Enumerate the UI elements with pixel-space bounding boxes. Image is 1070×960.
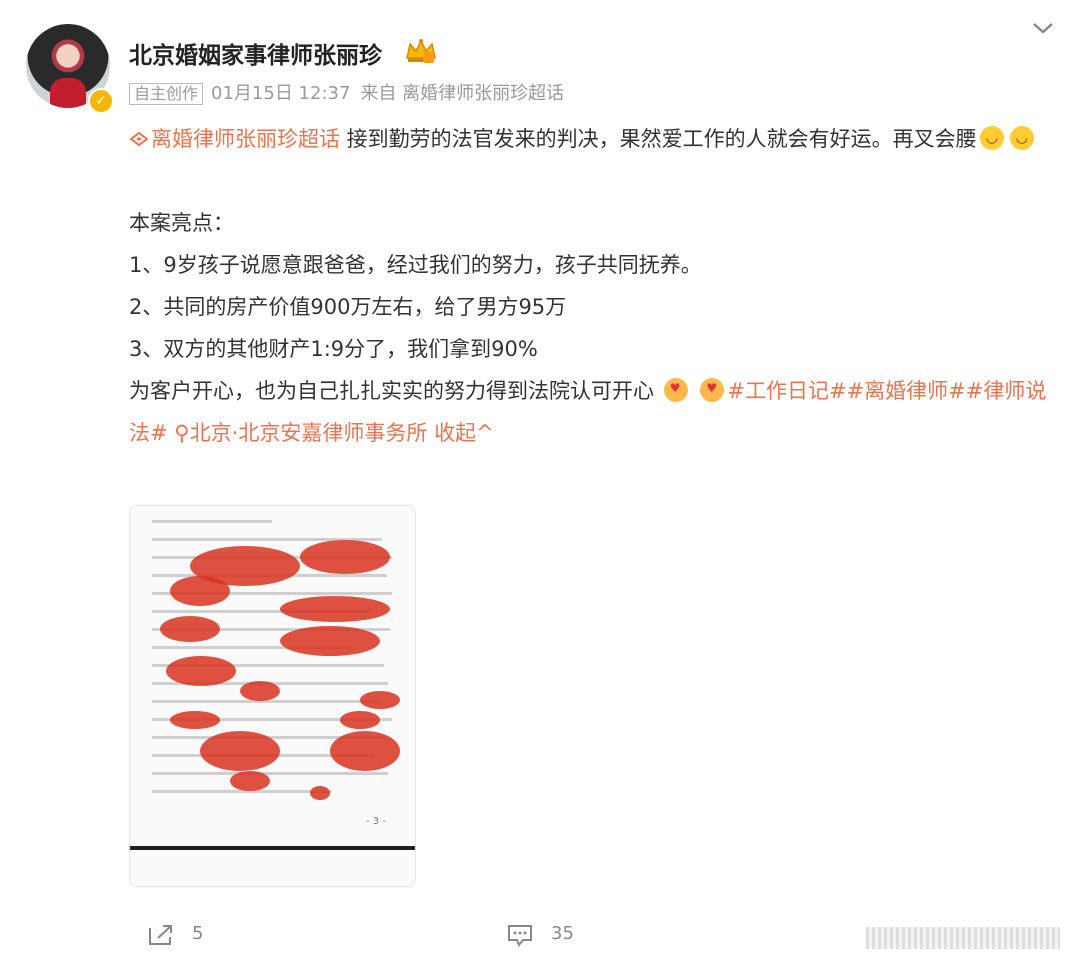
heart-eyes-emoji-icon <box>663 378 688 402</box>
page-number: - 3 - <box>366 816 386 827</box>
redaction-blob <box>280 626 380 656</box>
share-count[interactable]: 5 <box>192 923 203 944</box>
topic-link[interactable]: 离婚律师张丽珍超话 <box>151 127 340 151</box>
doc-text-line <box>152 790 332 793</box>
collapse-button[interactable]: 收起 <box>434 421 476 445</box>
post-source[interactable]: 来自 离婚律师张丽珍超话 <box>360 83 564 104</box>
action-bar: 5 35 <box>0 915 1070 955</box>
hashtag-link[interactable]: #离婚律师# <box>847 379 966 403</box>
chevron-down-icon[interactable] <box>1030 18 1056 38</box>
location-link[interactable]: 北京·北京安嘉律师事务所 <box>190 421 428 445</box>
laughing-emoji-icon <box>979 126 1004 150</box>
highlight-item: 1、9岁孩子说愿意跟爸爸，经过我们的努力，孩子共同抚养。 <box>129 253 702 277</box>
redaction-blob <box>160 616 220 642</box>
closing-text: 为客户开心，也为自己扎扎实实的努力得到法院认可开心 <box>129 379 654 403</box>
super-topic-icon <box>129 131 149 147</box>
closing-line: 为客户开心，也为自己扎扎实实的努力得到法院认可开心 #工作日记##离婚律师##律… <box>129 370 1054 454</box>
post-meta: 自主创作 01月15日 12:37 来自 离婚律师张丽珍超话 <box>129 79 564 105</box>
author-name[interactable]: 北京婚姻家事律师张丽珍 <box>129 36 382 70</box>
redaction-blob <box>280 596 390 622</box>
post-text: 离婚律师张丽珍超话 接到勤劳的法官发来的判决，果然爱工作的人就会有好运。再叉会腰… <box>129 118 1054 454</box>
chevron-up-icon[interactable]: ^ <box>476 421 494 445</box>
post-body-text: 接到勤劳的法官发来的判决，果然爱工作的人就会有好运。再叉会腰 <box>340 127 977 151</box>
comment-icon[interactable] <box>506 923 534 947</box>
redaction-blob <box>360 691 400 709</box>
comment-count[interactable]: 35 <box>551 923 574 944</box>
redaction-blob <box>166 656 236 686</box>
redaction-blob <box>300 540 390 574</box>
highlight-item: 2、共同的房产价值900万左右，给了男方95万 <box>129 295 567 319</box>
post-line-1: 离婚律师张丽珍超话 接到勤劳的法官发来的判决，果然爱工作的人就会有好运。再叉会腰 <box>129 118 1054 160</box>
location-pin-icon: ⚲ <box>174 421 190 445</box>
doc-text-line <box>152 772 388 775</box>
redaction-blob <box>170 576 230 606</box>
redaction-blob <box>200 731 280 771</box>
hashtag-link[interactable]: #工作日记# <box>727 379 846 403</box>
highlights-heading: 本案亮点： <box>129 211 234 235</box>
redaction-blob <box>170 711 220 729</box>
redaction-blob <box>310 786 330 800</box>
redaction-blob <box>240 681 280 701</box>
verified-badge-icon: ✓ <box>88 88 114 114</box>
redaction-blob <box>330 731 400 771</box>
share-icon[interactable] <box>147 923 175 947</box>
image-divider <box>130 846 415 850</box>
highlight-item: 3、双方的其他财产1:9分了，我们拿到90% <box>129 337 538 361</box>
redaction-blob <box>230 771 270 791</box>
post-image[interactable]: - 3 - <box>129 505 416 887</box>
original-tag: 自主创作 <box>129 83 204 105</box>
post-time[interactable]: 01月15日 12:37 <box>211 83 350 104</box>
heart-eyes-emoji-icon <box>700 378 725 402</box>
doc-text-line <box>152 520 272 523</box>
watermark <box>866 927 1060 949</box>
laughing-emoji-icon <box>1009 126 1034 150</box>
redaction-blob <box>340 711 380 729</box>
crown-icon[interactable] <box>404 38 438 64</box>
